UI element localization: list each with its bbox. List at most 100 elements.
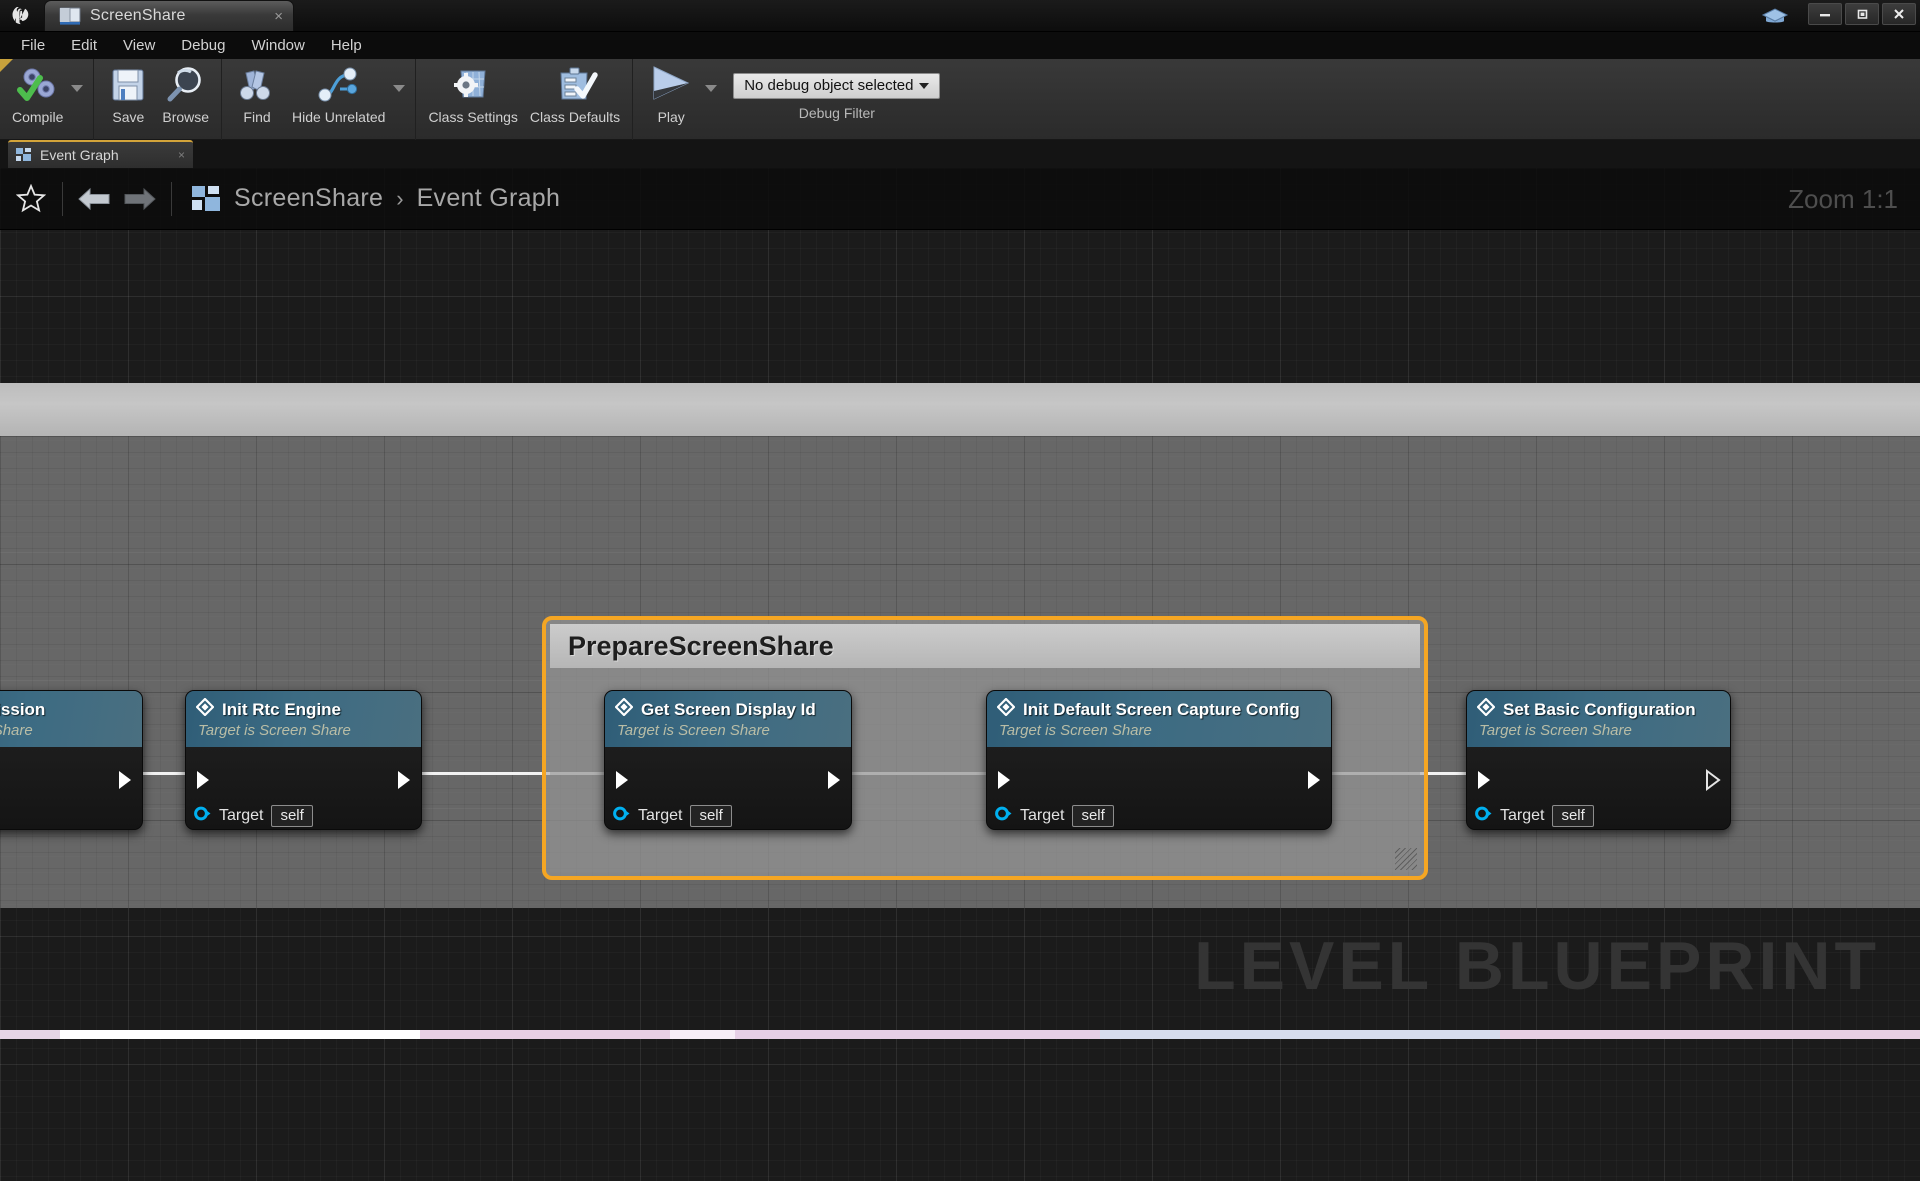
blueprint-book-icon [59,7,81,25]
node-set-basic-configuration-exec-out-pin[interactable] [1704,769,1722,796]
node-init-default-screen-capture-config-target-label: Target [1020,807,1064,825]
object-pin-icon[interactable] [995,806,1012,826]
menu-item-help[interactable]: Help [318,34,375,57]
node-permission-header: ermission Screen Share [0,691,142,747]
node-permission-subtitle: Screen Share [0,722,130,739]
toolbar-group-class: Class Settings Class Defaults [416,59,633,140]
play-button[interactable]: Play [639,59,703,136]
node-set-basic-configuration-exec-in-pin[interactable] [1475,769,1493,796]
toolbar-group-search: Find Hide Unrelated [222,59,416,140]
menu-item-view[interactable]: View [110,34,168,57]
node-permission-title: ermission [0,700,45,720]
object-pin-icon[interactable] [194,806,211,826]
debug-filter-label: Debug Filter [799,105,875,121]
toolbar-group-play: Play No debug object selected Debug Filt… [633,59,946,140]
class-defaults-button[interactable]: Class Defaults [524,59,626,136]
window-controls [1808,3,1916,25]
node-init-rtc-engine-target-value[interactable]: self [271,805,312,827]
editor-hat-icon [1760,5,1790,27]
node-permission[interactable]: ermission Screen Share self [0,690,143,830]
find-button[interactable]: Find [228,59,286,136]
breadcrumb-root[interactable]: ScreenShare [234,184,383,213]
resize-grip-icon[interactable] [1395,848,1417,870]
node-set-basic-configuration-subtitle: Target is Screen Share [1479,722,1718,739]
play-dropdown-chevron-down-icon[interactable] [705,85,717,92]
class-settings-label: Class Settings [428,109,517,125]
dirty-flag-corner [0,59,13,72]
node-get-screen-display-id-target-label: Target [638,807,682,825]
node-init-default-screen-capture-config[interactable]: Init Default Screen Capture Config Targe… [986,690,1332,830]
node-set-basic-configuration-target-row: Target self [1475,805,1594,827]
forward-arrow-icon[interactable] [119,178,161,220]
node-get-screen-display-id-target-value[interactable]: self [690,805,731,827]
minimize-button[interactable] [1808,3,1842,25]
main-toolbar: Compile Save [0,59,1920,140]
save-button[interactable]: Save [100,59,156,136]
node-permission-exec-out-pin[interactable] [116,769,134,796]
object-pin-icon[interactable] [1475,806,1492,826]
node-init-default-screen-capture-config-title: Init Default Screen Capture Config [1023,700,1300,720]
browse-button[interactable]: Browse [156,59,215,136]
favorite-star-icon[interactable] [10,178,52,220]
compile-dropdown-chevron-down-icon[interactable] [71,85,83,92]
debug-object-select[interactable]: No debug object selected [733,73,940,99]
node-init-rtc-engine-exec-out-pin[interactable] [395,769,413,796]
debug-filter-group: No debug object selected Debug Filter [733,73,940,121]
node-init-rtc-engine-body: Target self [186,747,421,830]
compile-button[interactable]: Compile [6,59,69,136]
play-label: Play [658,109,685,125]
node-init-default-screen-capture-config-exec-in-pin[interactable] [995,769,1013,796]
play-triangle-icon [645,63,697,107]
menu-item-debug[interactable]: Debug [168,34,238,57]
hide-unrelated-button[interactable]: Hide Unrelated [286,59,391,136]
event-graph-icon [192,186,222,212]
close-icon[interactable]: × [178,148,185,162]
close-button[interactable] [1882,3,1916,25]
node-init-rtc-engine-exec-in-pin[interactable] [194,769,212,796]
node-init-rtc-engine-target-row: Target self [194,805,313,827]
node-permission-body: self [0,747,142,830]
class-settings-button[interactable]: Class Settings [422,59,523,136]
function-diamond-icon [615,698,633,721]
magnifier-icon [164,63,208,107]
binoculars-icon [234,63,280,107]
node-init-rtc-engine-header: Init Rtc Engine Target is Screen Share [186,691,421,747]
browse-label: Browse [162,109,209,125]
node-set-basic-configuration-target-label: Target [1500,807,1544,825]
event-graph-icon [16,148,32,162]
function-diamond-icon [196,698,214,721]
node-get-screen-display-id-target-row: Target self [613,805,732,827]
tab-event-graph[interactable]: Event Graph × [8,140,193,168]
node-set-basic-configuration[interactable]: Set Basic Configuration Target is Screen… [1466,690,1731,830]
node-get-screen-display-id[interactable]: Get Screen Display Id Target is Screen S… [604,690,852,830]
graph-light-band [0,383,1920,436]
toolbar-group-asset: Save Browse [94,59,222,140]
node-get-screen-display-id-exec-out-pin[interactable] [825,769,843,796]
document-tab-screenshare[interactable]: ScreenShare × [44,0,294,31]
node-set-basic-configuration-body: Target self [1467,747,1730,830]
node-graph-icon [314,63,364,107]
node-get-screen-display-id-exec-in-pin[interactable] [613,769,631,796]
menu-item-file[interactable]: File [8,34,58,57]
node-init-rtc-engine-target-label: Target [219,807,263,825]
breadcrumb-leaf[interactable]: Event Graph [417,184,561,213]
node-init-default-screen-capture-config-target-row: Target self [995,805,1114,827]
close-icon[interactable]: × [248,8,283,25]
node-init-default-screen-capture-config-target-value[interactable]: self [1072,805,1113,827]
node-init-rtc-engine[interactable]: Init Rtc Engine Target is Screen Share T… [185,690,422,830]
maximize-button[interactable] [1845,3,1879,25]
save-label: Save [112,109,144,125]
node-get-screen-display-id-header: Get Screen Display Id Target is Screen S… [605,691,851,747]
object-pin-icon[interactable] [613,806,630,826]
find-label: Find [243,109,270,125]
title-bar: ScreenShare × [0,0,1920,32]
hide-unrelated-dropdown-chevron-down-icon[interactable] [393,85,405,92]
node-get-screen-display-id-subtitle: Target is Screen Share [617,722,839,739]
menu-item-window[interactable]: Window [238,34,317,57]
back-arrow-icon[interactable] [73,178,115,220]
menu-item-edit[interactable]: Edit [58,34,110,57]
node-init-default-screen-capture-config-exec-out-pin[interactable] [1305,769,1323,796]
breadcrumb-divider-2 [171,182,172,216]
node-set-basic-configuration-target-value[interactable]: self [1552,805,1593,827]
toolbar-group-compile: Compile [0,59,94,140]
